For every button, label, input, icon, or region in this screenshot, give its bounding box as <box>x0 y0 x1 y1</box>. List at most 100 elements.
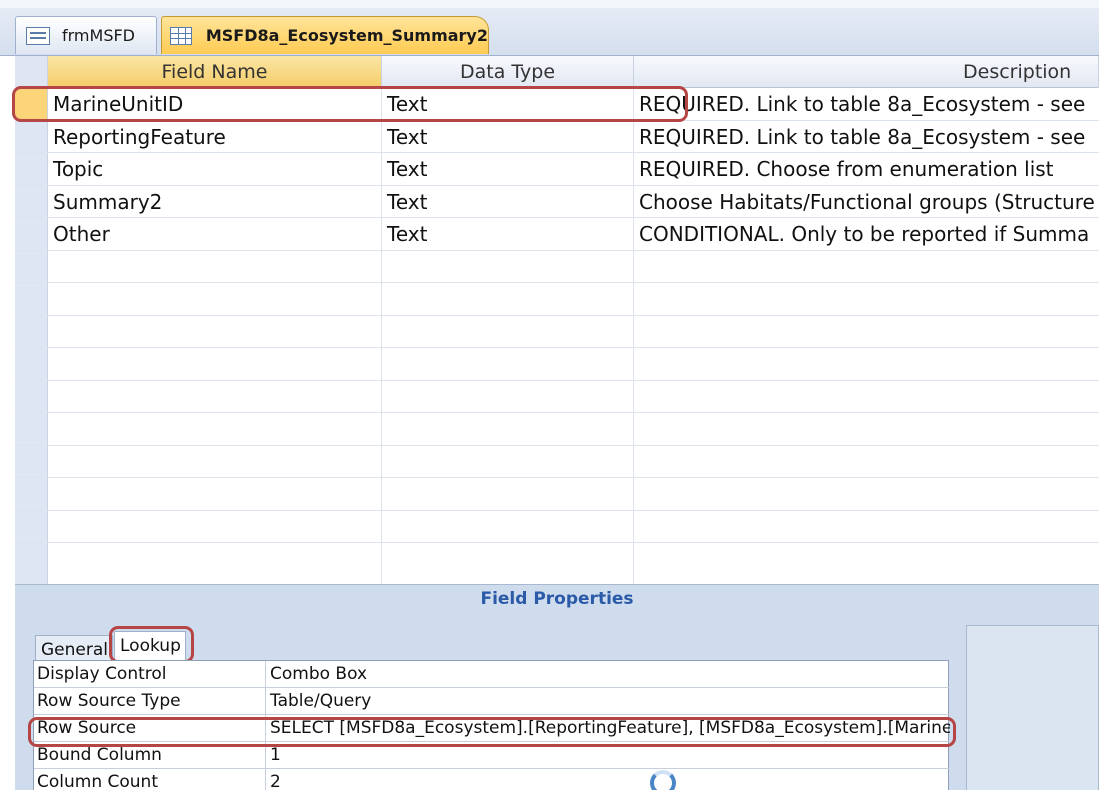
field-name-cell[interactable] <box>48 510 382 542</box>
description-cell[interactable]: REQUIRED. Link to table 8a_Ecosystem - s… <box>634 121 1099 153</box>
data-type-cell[interactable]: Text <box>382 88 634 120</box>
row-source-value[interactable]: SELECT [MSFD8a_Ecosystem].[ReportingFeat… <box>266 715 950 742</box>
property-row[interactable]: Bound Column 1 <box>34 742 950 769</box>
description-cell[interactable] <box>634 283 1099 315</box>
description-cell[interactable] <box>634 381 1099 413</box>
data-type-cell[interactable]: Text <box>382 120 634 152</box>
data-type-cell[interactable]: Text <box>382 218 634 250</box>
column-header-description[interactable]: Description <box>634 56 1099 88</box>
description-cell[interactable]: CONDITIONAL. Only to be reported if Summ… <box>634 218 1099 250</box>
field-name-cell[interactable] <box>48 445 382 477</box>
row-selector[interactable] <box>15 478 48 510</box>
tab-lookup[interactable]: Lookup <box>114 631 186 661</box>
field-name-cell[interactable] <box>48 348 382 380</box>
description-cell[interactable] <box>634 316 1099 348</box>
bound-column-value[interactable]: 1 <box>266 742 950 769</box>
description-cell[interactable] <box>634 543 1099 584</box>
description-cell[interactable] <box>634 413 1099 445</box>
table-row[interactable]: Summary2 Text Choose Habitats/Functional… <box>15 185 1099 218</box>
data-type-cell[interactable] <box>382 510 634 542</box>
table-row[interactable]: Other Text CONDITIONAL. Only to be repor… <box>15 218 1099 251</box>
data-type-cell[interactable] <box>382 315 634 347</box>
property-row[interactable]: Column Count 2 <box>34 769 950 790</box>
table-row[interactable]: ReportingFeature Text REQUIRED. Link to … <box>15 120 1099 153</box>
description-cell[interactable]: Choose Habitats/Functional groups (Struc… <box>634 186 1099 218</box>
data-type-cell[interactable] <box>382 413 634 445</box>
property-row[interactable]: Row Source Type Table/Query <box>34 688 950 715</box>
data-type-cell[interactable] <box>382 283 634 315</box>
property-label: Bound Column <box>34 742 266 769</box>
field-name-cell[interactable]: Summary2 <box>48 185 382 217</box>
data-type-cell[interactable] <box>382 250 634 282</box>
document-tab-strip: frmMSFD MSFD8a_Ecosystem_Summary2 <box>0 0 1099 56</box>
row-selector[interactable] <box>15 153 48 185</box>
description-cell[interactable]: REQUIRED. Link to table 8a_Ecosystem - s… <box>634 88 1099 120</box>
description-cell[interactable] <box>634 251 1099 283</box>
row-selector[interactable] <box>15 88 48 120</box>
data-type-cell[interactable]: Text <box>382 153 634 185</box>
field-name-cell[interactable]: Topic <box>48 153 382 185</box>
property-help-box <box>966 625 1099 790</box>
table-row[interactable]: MarineUnitID Text REQUIRED. Link to tabl… <box>15 88 1099 121</box>
header-row-selector[interactable] <box>15 56 48 88</box>
empty-row[interactable] <box>15 543 1099 584</box>
empty-row[interactable] <box>15 380 1099 413</box>
column-header-field-name[interactable]: Field Name <box>48 56 382 88</box>
property-row[interactable]: Display Control Combo Box <box>34 661 950 688</box>
row-source-type-value[interactable]: Table/Query <box>266 688 950 715</box>
display-control-value[interactable]: Combo Box <box>266 661 950 688</box>
row-selector[interactable] <box>15 120 48 152</box>
data-type-cell[interactable]: Text <box>382 185 634 217</box>
description-cell[interactable]: REQUIRED. Choose from enumeration list <box>634 153 1099 185</box>
row-selector[interactable] <box>15 380 48 412</box>
row-selector[interactable] <box>15 348 48 380</box>
row-selector[interactable] <box>15 413 48 445</box>
property-label: Row Source <box>34 715 266 742</box>
tab-frmmsfd[interactable]: frmMSFD <box>15 16 157 54</box>
field-name-cell[interactable] <box>48 543 382 584</box>
field-name-cell[interactable]: MarineUnitID <box>48 88 382 120</box>
table-row[interactable]: Topic Text REQUIRED. Choose from enumera… <box>15 153 1099 186</box>
field-name-cell[interactable] <box>48 283 382 315</box>
row-selector[interactable] <box>15 218 48 250</box>
data-type-cell[interactable] <box>382 543 634 584</box>
access-design-view: frmMSFD MSFD8a_Ecosystem_Summary2 Field … <box>0 0 1099 790</box>
field-name-cell[interactable] <box>48 250 382 282</box>
field-grid: Field Name Data Type Description MarineU… <box>12 56 1099 584</box>
data-type-cell[interactable] <box>382 380 634 412</box>
data-type-cell[interactable] <box>382 348 634 380</box>
description-cell[interactable] <box>634 348 1099 380</box>
field-name-cell[interactable]: ReportingFeature <box>48 120 382 152</box>
description-cell[interactable] <box>634 511 1099 543</box>
empty-row[interactable] <box>15 478 1099 511</box>
property-row[interactable]: Row Source SELECT [MSFD8a_Ecosystem].[Re… <box>34 715 950 742</box>
field-name-cell[interactable] <box>48 315 382 347</box>
description-cell[interactable] <box>634 478 1099 510</box>
empty-row[interactable] <box>15 315 1099 348</box>
empty-row[interactable] <box>15 283 1099 316</box>
empty-row[interactable] <box>15 348 1099 381</box>
description-cell[interactable] <box>634 446 1099 478</box>
empty-row[interactable] <box>15 445 1099 478</box>
tab-msfd8a-ecosystem-summary2[interactable]: MSFD8a_Ecosystem_Summary2 <box>161 16 489 54</box>
data-type-cell[interactable] <box>382 478 634 510</box>
data-type-cell[interactable] <box>382 445 634 477</box>
field-properties-title: Field Properties <box>480 589 634 609</box>
row-selector[interactable] <box>15 315 48 347</box>
empty-row[interactable] <box>15 413 1099 446</box>
field-name-cell[interactable] <box>48 380 382 412</box>
row-selector[interactable] <box>15 250 48 282</box>
row-selector[interactable] <box>15 445 48 477</box>
row-selector[interactable] <box>15 543 48 584</box>
tab-general[interactable]: General <box>35 635 113 663</box>
row-selector[interactable] <box>15 283 48 315</box>
row-selector[interactable] <box>15 185 48 217</box>
row-selector[interactable] <box>15 510 48 542</box>
column-header-data-type[interactable]: Data Type <box>382 56 634 88</box>
field-name-cell[interactable] <box>48 478 382 510</box>
field-name-cell[interactable] <box>48 413 382 445</box>
field-name-cell[interactable]: Other <box>48 218 382 250</box>
column-count-value[interactable]: 2 <box>266 769 950 790</box>
empty-row[interactable] <box>15 510 1099 543</box>
empty-row[interactable] <box>15 250 1099 283</box>
